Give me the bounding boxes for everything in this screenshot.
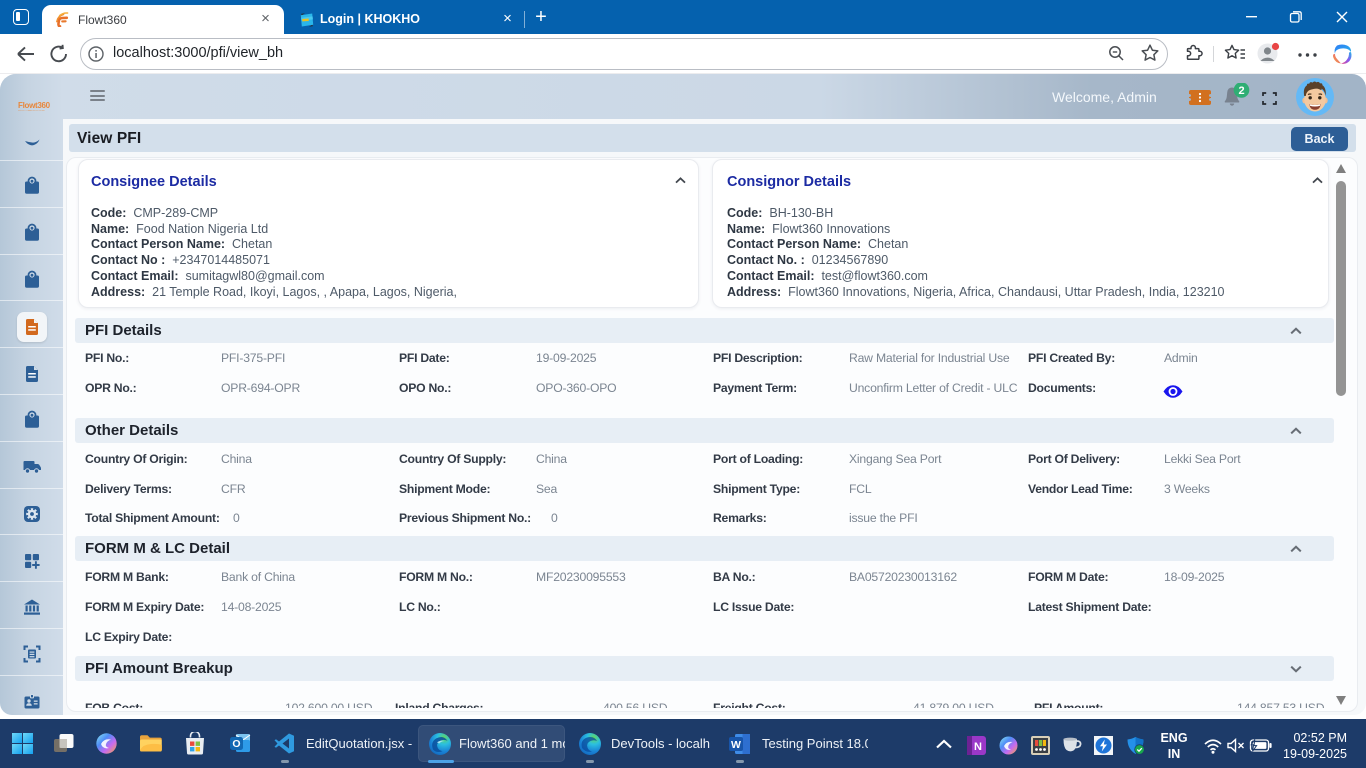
svg-text:O: O — [232, 738, 240, 750]
svg-text:W: W — [731, 739, 741, 751]
svg-text:2: 2 — [1238, 85, 1244, 97]
svg-text:N: N — [974, 741, 982, 753]
